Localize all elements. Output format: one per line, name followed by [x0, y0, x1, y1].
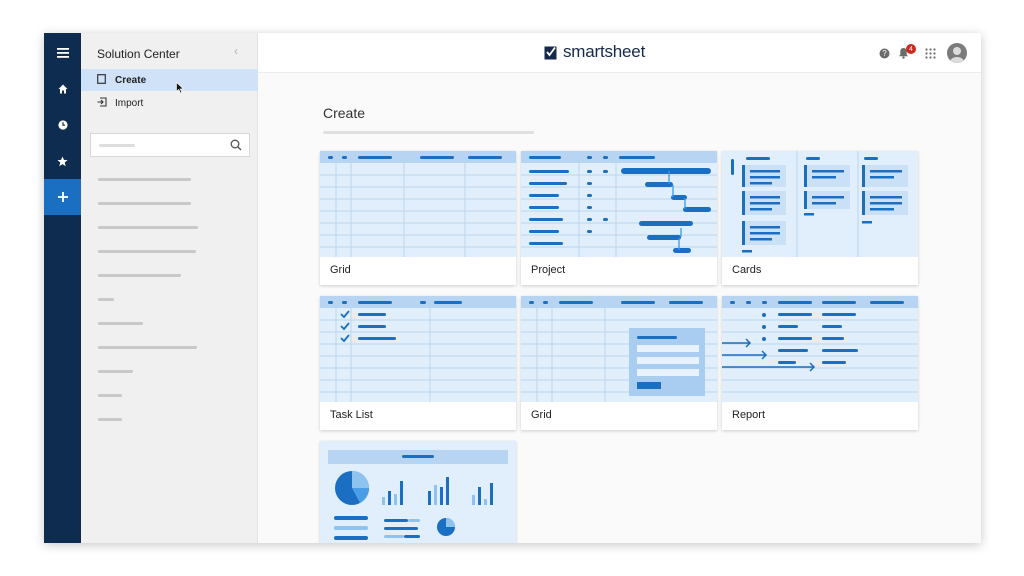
list-item[interactable] [98, 346, 197, 349]
list-item[interactable] [98, 178, 191, 181]
template-card-cards[interactable]: Cards [722, 151, 918, 285]
template-card-dashboard[interactable] [320, 441, 516, 543]
list-item[interactable] [98, 394, 122, 397]
sidebar-item-create[interactable]: Create [81, 69, 258, 91]
list-item[interactable] [98, 202, 191, 205]
list-item[interactable] [98, 418, 122, 421]
plus-icon[interactable] [44, 179, 81, 215]
list-item[interactable] [98, 226, 198, 229]
template-card-grid-form[interactable]: Grid [521, 296, 717, 430]
search-input[interactable] [90, 133, 250, 157]
sidebar-item-import[interactable]: Import [81, 92, 258, 114]
card-label: Cards [732, 264, 762, 276]
user-avatar-icon [947, 43, 967, 63]
notification-badge: 4 [906, 44, 916, 54]
solution-center-panel: Solution Center ‹ Create Import [81, 33, 258, 543]
page-title: Create [323, 105, 366, 121]
apps-grid-icon[interactable] [925, 33, 936, 73]
heading-underline [323, 131, 534, 134]
task-list-thumbnail [320, 296, 516, 402]
app-window: Solution Center ‹ Create Import smartshe… [44, 33, 981, 543]
grid-thumbnail [320, 151, 516, 257]
smartsheet-logo-icon [544, 46, 557, 59]
top-bar: smartsheet ? 4 [258, 33, 981, 73]
svg-text:?: ? [882, 49, 887, 58]
template-card-grid[interactable]: Grid [320, 151, 516, 285]
search-icon[interactable] [230, 138, 242, 156]
card-label: Grid [531, 409, 552, 421]
clock-icon[interactable] [44, 110, 81, 140]
star-icon[interactable] [44, 146, 81, 176]
nav-rail [44, 33, 81, 543]
document-icon [97, 74, 109, 86]
card-label: Task List [330, 409, 373, 421]
brand-logo[interactable]: smartsheet [544, 42, 645, 62]
card-label: Project [531, 264, 566, 276]
search-placeholder [99, 144, 135, 147]
collapse-chevron-icon[interactable]: ‹ [234, 44, 238, 58]
report-thumbnail [722, 296, 918, 402]
dashboard-thumbnail [320, 441, 516, 543]
project-gantt-thumbnail [521, 151, 717, 257]
card-label: Grid [330, 264, 351, 276]
card-label: Report [732, 409, 766, 421]
help-icon[interactable]: ? [879, 33, 890, 73]
home-icon[interactable] [44, 74, 81, 104]
import-icon [97, 97, 109, 109]
notifications-button[interactable]: 4 [898, 33, 918, 73]
template-card-task-list[interactable]: Task List [320, 296, 516, 430]
list-item[interactable] [98, 274, 181, 277]
sidebar-item-label: Import [115, 97, 144, 109]
cards-kanban-thumbnail [722, 151, 918, 257]
list-item[interactable] [98, 250, 196, 253]
template-card-project[interactable]: Project [521, 151, 717, 285]
list-item[interactable] [98, 322, 143, 325]
menu-icon[interactable] [44, 38, 81, 68]
avatar[interactable] [947, 33, 967, 73]
main-content: smartsheet ? 4 Create Grid Project Cards… [258, 33, 981, 543]
brand-name: smartsheet [563, 42, 646, 61]
sidebar-item-label: Create [115, 74, 147, 86]
panel-title: Solution Center [97, 47, 180, 61]
list-item[interactable] [98, 370, 133, 373]
list-item[interactable] [98, 298, 114, 301]
mouse-cursor-icon [176, 82, 185, 94]
grid-form-thumbnail [521, 296, 717, 402]
template-card-report[interactable]: Report [722, 296, 918, 430]
